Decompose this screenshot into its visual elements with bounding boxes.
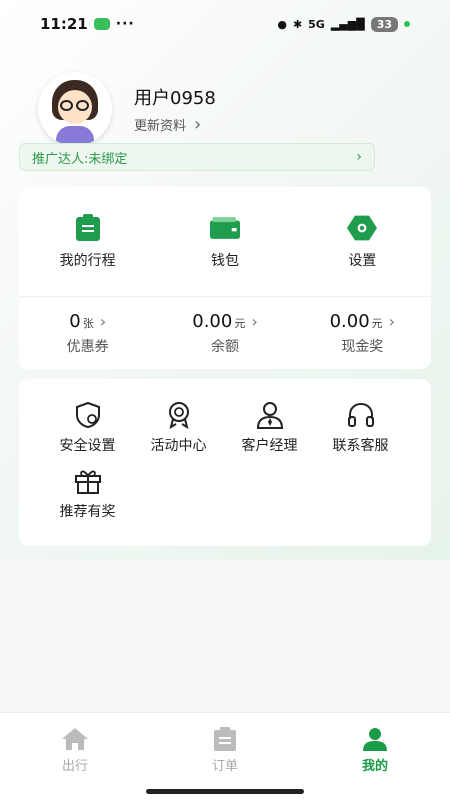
message-icon	[93, 18, 110, 30]
chevron-right-icon: ›	[356, 149, 362, 165]
wallet-button[interactable]: 钱包	[156, 187, 293, 296]
chevron-right-icon: ›	[251, 311, 258, 331]
wallet-label: 钱包	[210, 252, 239, 269]
coupon-stat[interactable]: 0 张 › 优惠券	[19, 297, 156, 369]
bottom-tab-bar: 出行 订单 我的	[0, 712, 450, 800]
status-bar: 11:21 ··· ● ✱ 5G ▂▄▆█ 33	[0, 0, 450, 48]
cash-reward-unit: 元	[371, 316, 383, 330]
security-settings-label: 安全设置	[59, 438, 116, 454]
settings-label: 设置	[348, 252, 377, 269]
coupon-count: 0	[69, 310, 81, 332]
referral-reward-label: 推荐有奖	[59, 504, 116, 520]
coupon-label: 优惠券	[66, 338, 109, 355]
promoter-banner[interactable]: 推广达人:未绑定 ›	[19, 143, 375, 171]
edit-profile-label: 更新资料	[134, 118, 187, 134]
tab-mine-label: 我的	[361, 759, 388, 774]
headset-icon	[347, 402, 374, 427]
account-manager-button[interactable]: 客户经理	[224, 401, 315, 455]
more-notifications-icon: ···	[115, 16, 135, 32]
cash-reward-label: 现金奖	[341, 338, 384, 355]
cash-reward-stat[interactable]: 0.00 元 › 现金奖	[294, 297, 431, 369]
battery-icon: 33	[370, 16, 398, 32]
chevron-right-icon: ›	[388, 311, 396, 331]
home-icon	[62, 728, 88, 750]
account-card: 我的行程 钱包 设置 0 张 › 优惠券 0.00 元 › 余额 0.00 元 …	[19, 187, 431, 369]
wallet-icon	[209, 214, 240, 242]
clipboard-icon	[73, 213, 103, 242]
my-trips-button[interactable]: 我的行程	[19, 187, 156, 296]
security-settings-button[interactable]: 安全设置	[42, 401, 133, 455]
manager-icon	[256, 402, 283, 429]
promoter-label: 推广达人:未绑定	[32, 151, 128, 167]
activity-center-button[interactable]: 活动中心	[133, 401, 224, 455]
tab-travel-label: 出行	[61, 759, 88, 774]
activity-center-label: 活动中心	[150, 438, 207, 454]
privacy-dot-icon	[404, 21, 410, 27]
bluetooth-icon: ✱	[292, 17, 303, 31]
referral-reward-button[interactable]: 推荐有奖	[42, 467, 133, 521]
gift-icon	[74, 470, 101, 494]
signal-icon: ▂▄▆█	[330, 17, 365, 31]
contact-support-label: 联系客服	[332, 438, 389, 454]
tab-orders-label: 订单	[211, 759, 238, 774]
chevron-right-icon: ›	[99, 311, 107, 331]
medal-icon	[168, 402, 189, 429]
balance-stat[interactable]: 0.00 元 › 余额	[156, 297, 293, 369]
coupon-unit: 张	[82, 316, 94, 330]
chevron-right-icon: ›	[194, 113, 202, 135]
avatar[interactable]	[38, 72, 112, 146]
location-icon: ●	[277, 17, 287, 31]
my-trips-label: 我的行程	[59, 252, 116, 269]
tab-orders[interactable]: 订单	[150, 713, 300, 800]
balance-value: 0.00	[192, 310, 233, 332]
username: 用户0958	[134, 87, 216, 109]
services-card: 安全设置 活动中心 客户经理 联系客服 推荐有奖	[19, 379, 431, 546]
balance-unit: 元	[234, 316, 246, 330]
person-icon	[363, 728, 387, 751]
network-label: 5G	[308, 17, 325, 31]
status-time: 11:21	[40, 15, 88, 33]
balance-label: 余额	[210, 338, 239, 355]
contact-support-button[interactable]: 联系客服	[315, 401, 406, 455]
home-indicator	[146, 789, 304, 794]
profile-section: 用户0958 更新资料 ›	[38, 72, 216, 146]
settings-button[interactable]: 设置	[294, 187, 431, 296]
orders-icon	[214, 727, 236, 751]
gear-icon	[347, 214, 378, 242]
account-manager-label: 客户经理	[241, 438, 298, 454]
tab-mine[interactable]: 我的	[300, 713, 450, 800]
cash-reward-value: 0.00	[329, 310, 370, 332]
shield-gear-icon	[75, 401, 100, 429]
tab-travel[interactable]: 出行	[0, 713, 150, 800]
edit-profile-link[interactable]: 更新资料 ›	[134, 114, 216, 135]
